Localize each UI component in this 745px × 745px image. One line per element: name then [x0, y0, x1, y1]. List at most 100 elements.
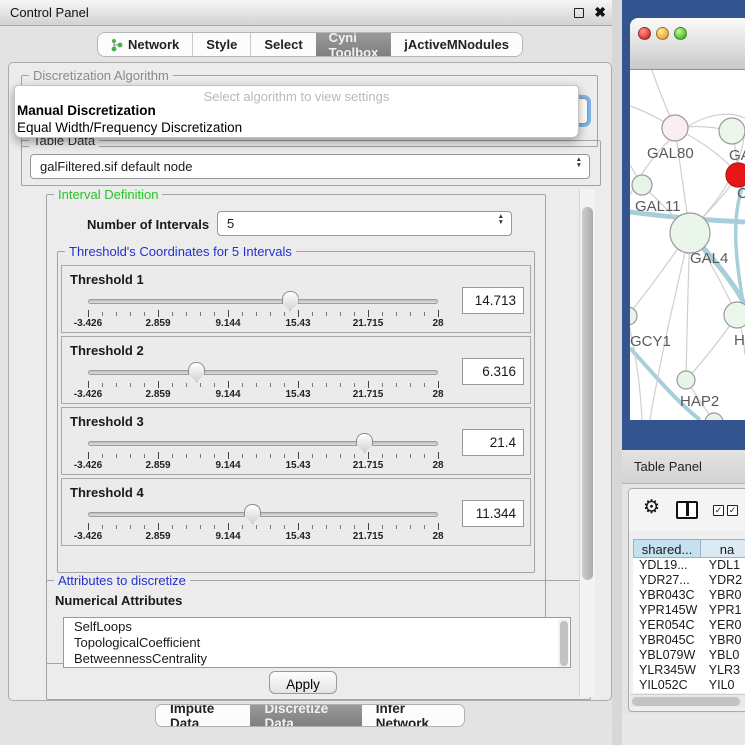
tab-style[interactable]: Style	[192, 33, 250, 56]
cell-shared-name[interactable]: YBL079W	[633, 648, 701, 663]
number-of-intervals-combobox[interactable]: 5 ▲▼	[217, 211, 512, 236]
tab-impute-data[interactable]: Impute Data	[156, 705, 250, 726]
content-scrollbar[interactable]	[579, 189, 595, 697]
mac-minimize-button[interactable]	[656, 27, 669, 40]
cell-shared-name[interactable]: YER054C	[633, 618, 701, 633]
slider-track[interactable]	[88, 370, 438, 375]
attribute-item[interactable]: TopologicalCoefficient	[64, 634, 570, 650]
table-header-shared-name[interactable]: shared...	[633, 539, 701, 558]
tab-discretize-data[interactable]: Discretize Data	[250, 705, 361, 726]
algorithm-option-1[interactable]: Manual Discretization	[17, 103, 156, 118]
tab-jactivemnodules[interactable]: jActiveMNodules	[391, 33, 522, 56]
checkbox-select-all-icon[interactable]: ✓	[727, 505, 738, 516]
table-row[interactable]: YLR345WYLR3	[633, 663, 745, 678]
threshold-value-field[interactable]: 21.4	[462, 429, 524, 456]
network-node-c[interactable]	[726, 163, 745, 187]
threshold-value-field[interactable]: 11.344	[462, 500, 524, 527]
table-horizontal-scrollbar[interactable]	[630, 694, 745, 707]
cell-shared-name[interactable]: YBR043C	[633, 588, 701, 603]
table-data-combobox[interactable]: galFiltered.sif default node ▲▼	[30, 154, 590, 179]
network-node[interactable]	[705, 413, 723, 420]
cell-name[interactable]: YLR3	[701, 663, 745, 678]
slider-handle[interactable]	[356, 433, 373, 453]
tick-mark	[270, 312, 271, 316]
cell-name[interactable]: YIL0	[701, 678, 745, 693]
close-icon[interactable]: ✖	[594, 4, 606, 21]
table-row[interactable]: YBL079WYBL0	[633, 648, 745, 663]
slider-handle[interactable]	[244, 504, 261, 524]
float-window-icon[interactable]	[574, 8, 584, 18]
network-node-gal80[interactable]	[662, 115, 688, 141]
algorithm-option-2[interactable]: Equal Width/Frequency Discretization	[17, 120, 242, 135]
cell-name[interactable]: YBR0	[701, 588, 745, 603]
tick-mark	[130, 454, 131, 458]
table-panel-toolbar: ⚙ ✓ ✓	[629, 489, 745, 531]
table-header-name[interactable]: na	[701, 539, 745, 558]
columns-icon[interactable]	[676, 501, 698, 519]
slider-handle[interactable]	[188, 362, 205, 382]
attribute-item[interactable]: BetweennessCentrality	[64, 650, 570, 666]
slider-track[interactable]	[88, 299, 438, 304]
slider-track[interactable]	[88, 441, 438, 446]
table-row[interactable]: YIL052CYIL0	[633, 678, 745, 693]
table-row[interactable]: YBR045CYBR0	[633, 633, 745, 648]
cell-shared-name[interactable]: YIL052C	[633, 678, 701, 693]
cell-shared-name[interactable]: YPR145W	[633, 603, 701, 618]
cell-shared-name[interactable]: YDR27...	[633, 573, 701, 588]
cell-name[interactable]: YDL1	[701, 558, 745, 573]
tick-mark	[200, 525, 201, 529]
network-canvas[interactable]: GAL80GACGAL11GAL4GCY1HHAP2	[630, 70, 745, 420]
threshold-value-field[interactable]: 6.316	[462, 358, 524, 385]
tab-select[interactable]: Select	[250, 33, 315, 56]
cell-shared-name[interactable]: YDL19...	[633, 558, 701, 573]
tab-label: Cyni Toolbox	[329, 32, 379, 57]
tab-cyni-toolbox[interactable]: Cyni Toolbox	[316, 33, 392, 56]
cell-name[interactable]: YPR1	[701, 603, 745, 618]
network-edge[interactable]	[630, 316, 642, 420]
mac-close-button[interactable]	[638, 27, 651, 40]
number-of-intervals-label: Number of Intervals	[87, 217, 209, 232]
content-scrollbar-thumb[interactable]	[582, 207, 593, 580]
tick-mark	[312, 312, 313, 316]
network-node-gal11[interactable]	[632, 175, 652, 195]
checkbox-select-icon[interactable]: ✓	[713, 505, 724, 516]
network-window-titlebar[interactable]	[630, 18, 745, 70]
tick-mark	[284, 312, 285, 316]
network-node-h[interactable]	[724, 302, 745, 328]
network-node-ga[interactable]	[719, 118, 745, 144]
table-row[interactable]: YPR145WYPR1	[633, 603, 745, 618]
apply-button[interactable]: Apply	[269, 671, 337, 694]
slider-handle[interactable]	[282, 291, 299, 311]
cell-name[interactable]: YER0	[701, 618, 745, 633]
tick-mark	[186, 312, 187, 316]
network-node-hap2[interactable]	[677, 371, 695, 389]
attribute-item[interactable]: SelfLoops	[64, 618, 570, 634]
tick-mark	[410, 454, 411, 458]
table-row[interactable]: YBR043CYBR0	[633, 588, 745, 603]
node-attribute-table: shared... na YDL19...YDL1YDR27...YDR2YBR…	[633, 539, 745, 693]
attributes-scrollbar[interactable]	[558, 619, 569, 668]
table-row[interactable]: YDR27...YDR2	[633, 573, 745, 588]
threshold-panel-3: Threshold 3-3.4262.8599.14415.4321.71528…	[61, 407, 531, 475]
mac-zoom-button[interactable]	[674, 27, 687, 40]
tick-mark	[326, 383, 327, 387]
cell-name[interactable]: YDR2	[701, 573, 745, 588]
algorithm-hint-item[interactable]: Select algorithm to view settings	[15, 89, 578, 104]
cell-name[interactable]: YBL0	[701, 648, 745, 663]
cell-shared-name[interactable]: YBR045C	[633, 633, 701, 648]
network-icon	[111, 38, 123, 52]
threshold-value-field[interactable]: 14.713	[462, 287, 524, 314]
attributes-scrollbar-thumb[interactable]	[560, 621, 568, 666]
slider-track[interactable]	[88, 512, 438, 517]
table-row[interactable]: YDL19...YDL1	[633, 558, 745, 573]
cell-shared-name[interactable]: YLR345W	[633, 663, 701, 678]
table-horizontal-scrollbar-thumb[interactable]	[632, 697, 740, 706]
split-pane-divider[interactable]	[612, 0, 622, 745]
gear-icon[interactable]: ⚙	[643, 496, 660, 519]
cell-name[interactable]: YBR0	[701, 633, 745, 648]
tab-network[interactable]: Network	[98, 33, 192, 56]
network-node-gal4[interactable]	[670, 213, 710, 253]
network-node-gcy1[interactable]	[630, 307, 637, 325]
tab-infer-network[interactable]: Infer Network	[362, 705, 464, 726]
table-row[interactable]: YER054CYER0	[633, 618, 745, 633]
